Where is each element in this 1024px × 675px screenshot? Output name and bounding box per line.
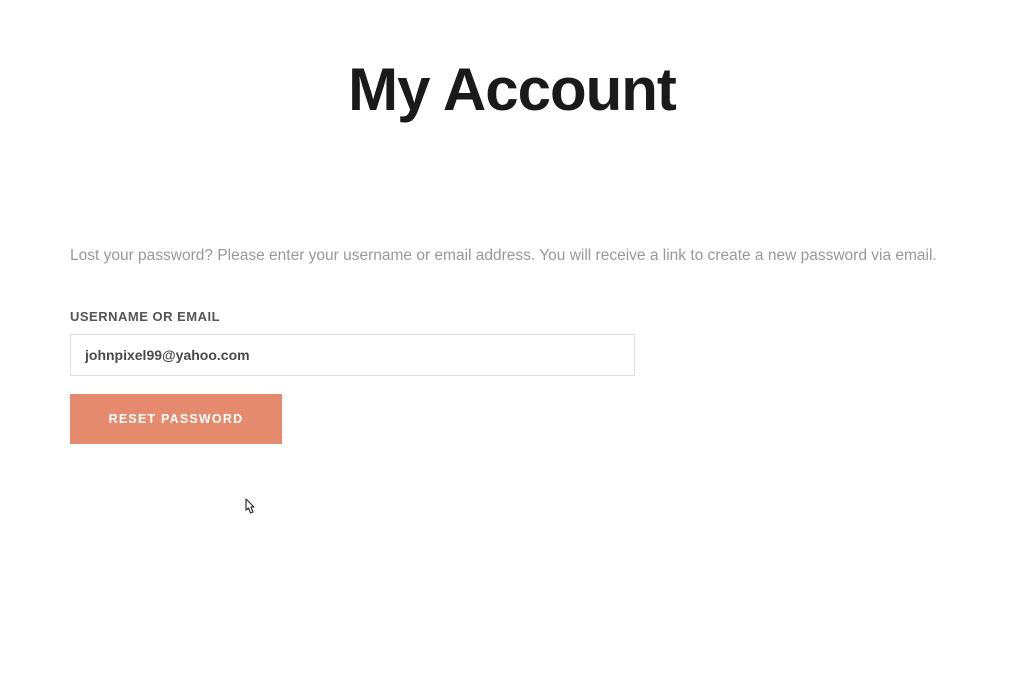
page-title: My Account xyxy=(0,55,1024,124)
reset-password-button-label: RESET PASSWORD xyxy=(109,412,244,426)
username-email-input[interactable] xyxy=(70,334,635,376)
reset-password-form: Lost your password? Please enter your us… xyxy=(0,244,1024,444)
instructions-text: Lost your password? Please enter your us… xyxy=(70,244,954,267)
username-email-label: USERNAME OR EMAIL xyxy=(70,309,954,324)
reset-password-button[interactable]: RESET PASSWORD xyxy=(70,394,282,444)
pointer-cursor-icon xyxy=(240,497,260,519)
